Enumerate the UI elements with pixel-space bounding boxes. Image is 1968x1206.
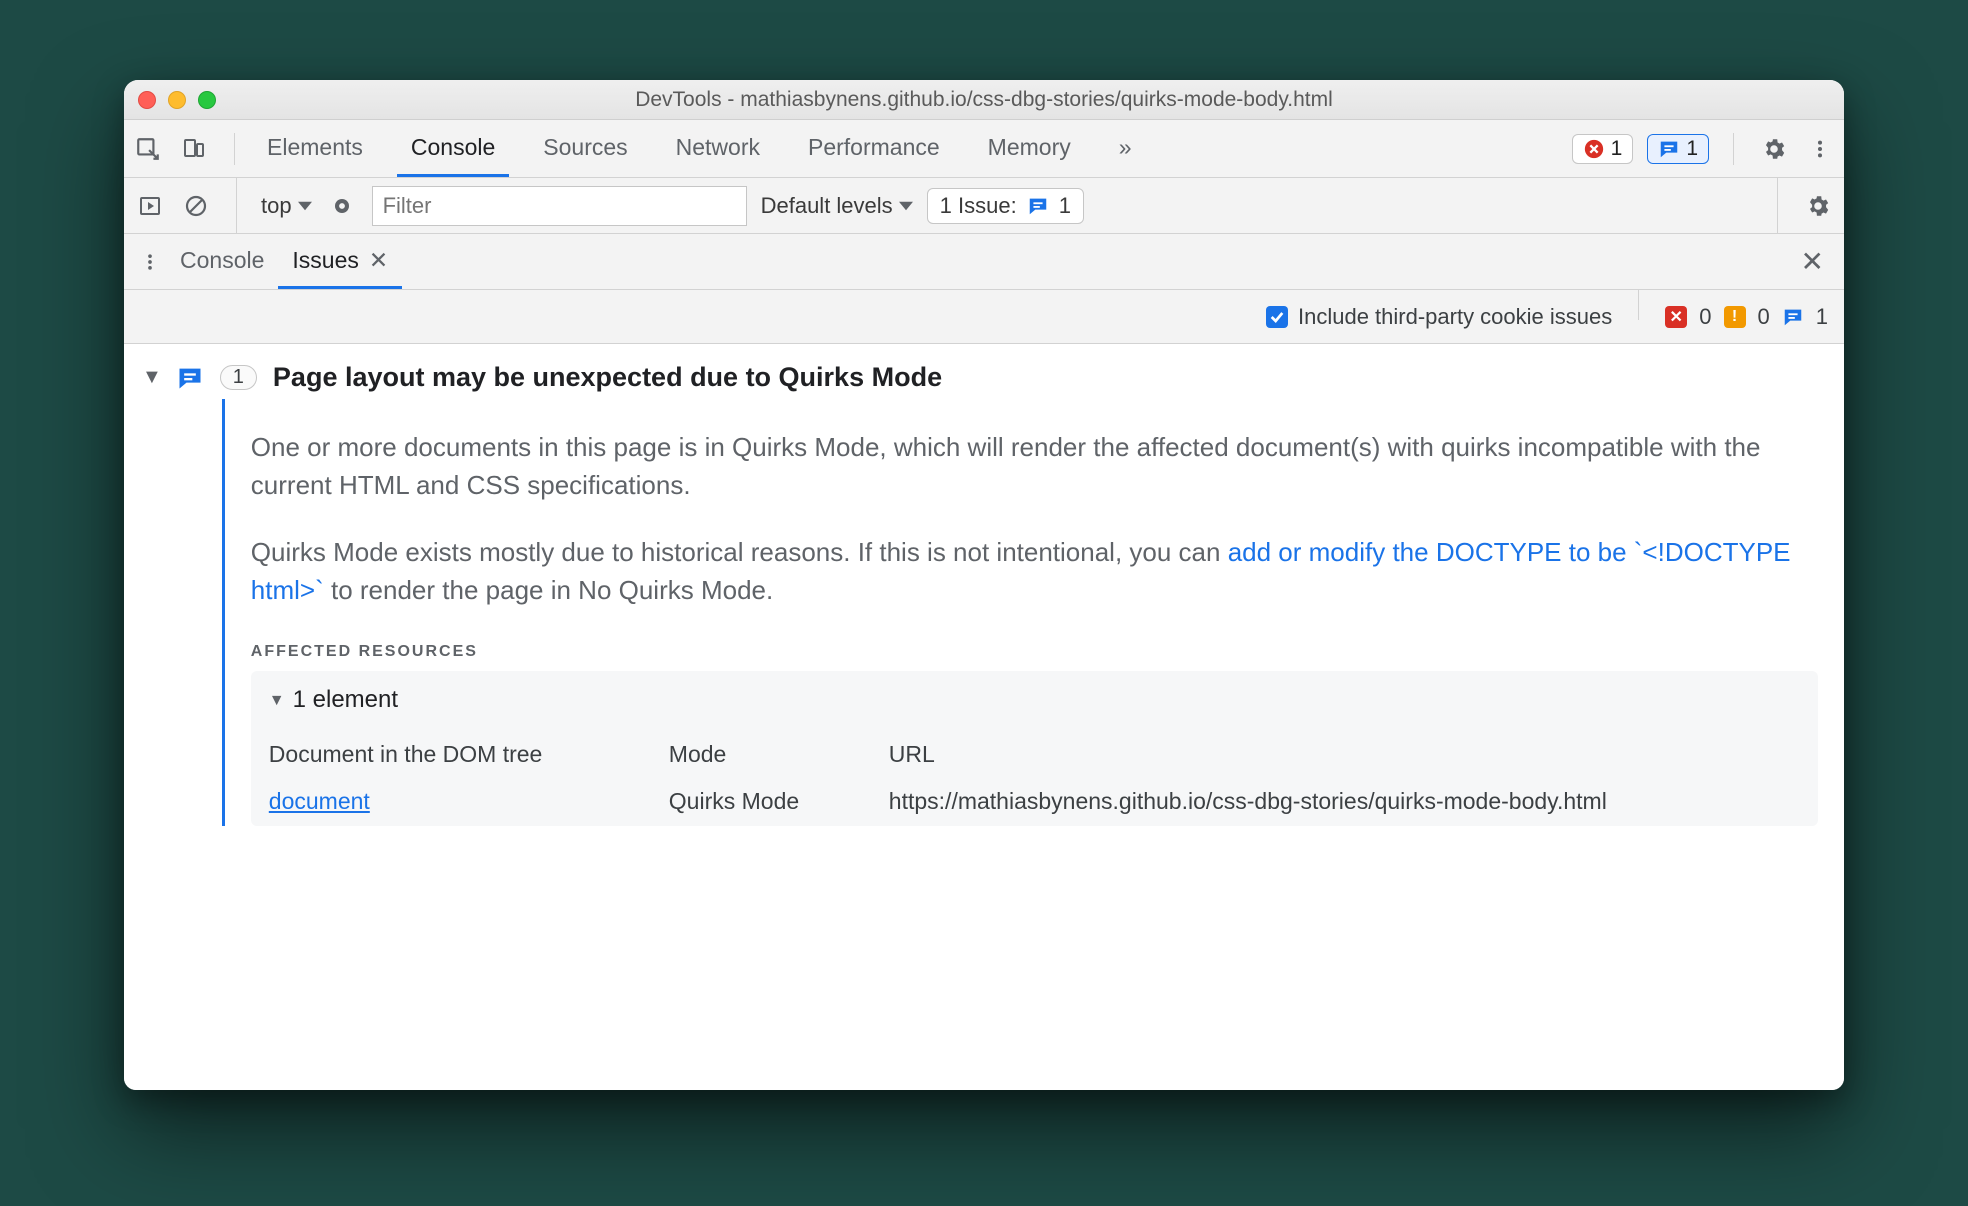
titlebar: DevTools - mathiasbynens.github.io/css-d… (124, 80, 1844, 120)
issues-pill-label: 1 Issue: (940, 193, 1017, 219)
levels-label: Default levels (761, 193, 893, 219)
issue-description: One or more documents in this page is in… (251, 399, 1826, 826)
warning-count: 0 (1758, 304, 1770, 330)
resources-table: Document in the DOM tree Mode URL docume… (269, 732, 1800, 827)
chevron-down-icon: ▼ (269, 689, 285, 712)
expand-caret-icon[interactable]: ▼ (142, 362, 162, 389)
tab-overflow[interactable]: » (1105, 120, 1146, 177)
include-third-party-label: Include third-party cookie issues (1298, 304, 1612, 330)
devtools-window: DevTools - mathiasbynens.github.io/css-d… (124, 80, 1844, 1090)
issues-pill[interactable]: 1 Issue: 1 (927, 188, 1084, 224)
issue-counts: ✕ 0 ! 0 1 (1665, 304, 1828, 330)
divider (1638, 290, 1639, 320)
tab-console[interactable]: Console (397, 120, 509, 177)
tab-memory[interactable]: Memory (974, 120, 1085, 177)
info-count: 1 (1816, 304, 1828, 330)
checkbox-checked-icon (1266, 306, 1288, 328)
affected-resources-expander[interactable]: ▼ 1 element (269, 683, 1800, 718)
affected-resources-box: ▼ 1 element Document in the DOM tree Mod… (251, 671, 1818, 826)
levels-selector[interactable]: Default levels (761, 193, 913, 219)
kebab-menu-icon[interactable] (1804, 133, 1836, 165)
console-settings-icon[interactable] (1802, 190, 1834, 222)
divider (234, 133, 235, 165)
drawer-tab-issues-label: Issues (292, 247, 358, 274)
maximize-window-button[interactable] (198, 91, 216, 109)
window-controls (138, 91, 216, 109)
main-tabbar: Elements Console Sources Network Perform… (124, 120, 1844, 178)
resource-document-link[interactable]: document (269, 788, 370, 814)
chevron-down-icon (899, 201, 913, 211)
include-third-party-checkbox[interactable]: Include third-party cookie issues (1266, 304, 1612, 330)
close-icon[interactable]: ✕ (369, 247, 388, 274)
tab-sources[interactable]: Sources (529, 120, 641, 177)
divider (1733, 133, 1734, 165)
chevron-down-icon (298, 201, 312, 211)
affected-resources-heading: AFFECTED RESOURCES (251, 640, 1818, 663)
warning-icon: ! (1724, 306, 1746, 328)
col-document: Document in the DOM tree (269, 732, 649, 781)
tab-network[interactable]: Network (662, 120, 774, 177)
error-count: 0 (1699, 304, 1711, 330)
resource-mode: Quirks Mode (669, 781, 869, 826)
issues-toolbar: Include third-party cookie issues ✕ 0 ! 0 … (124, 290, 1844, 344)
minimize-window-button[interactable] (168, 91, 186, 109)
divider (236, 178, 237, 233)
device-toggle-icon[interactable] (178, 133, 210, 165)
issues-badge[interactable]: 1 (1647, 134, 1709, 164)
tab-performance[interactable]: Performance (794, 120, 954, 177)
settings-icon[interactable] (1758, 133, 1790, 165)
issue-occurrence-count: 1 (220, 365, 257, 390)
issue-paragraph: One or more documents in this page is in… (251, 429, 1818, 504)
col-mode: Mode (669, 732, 869, 781)
drawer-kebab-icon[interactable] (134, 246, 166, 278)
live-expressions-icon[interactable] (326, 190, 358, 222)
console-toolbar: top Default levels 1 Issue: 1 (124, 178, 1844, 234)
error-icon: ✕ (1665, 306, 1687, 328)
drawer-tab-issues[interactable]: Issues ✕ (278, 234, 402, 289)
col-url: URL (889, 732, 1800, 781)
divider (1777, 178, 1778, 233)
issue-title: Page layout may be unexpected due to Qui… (273, 362, 942, 393)
drawer-close-icon[interactable]: ✕ (1791, 245, 1834, 278)
context-selector[interactable]: top (261, 193, 312, 219)
clear-console-icon[interactable] (180, 190, 212, 222)
issues-content: ▼ 1 Page layout may be unexpected due to… (124, 344, 1844, 1090)
inspect-element-icon[interactable] (132, 133, 164, 165)
affected-count: 1 element (293, 683, 398, 718)
filter-input[interactable] (372, 186, 747, 226)
tab-elements[interactable]: Elements (253, 120, 377, 177)
issues-count: 1 (1686, 137, 1698, 161)
issue-item: ▼ 1 Page layout may be unexpected due to… (142, 362, 1826, 826)
drawer-tab-console[interactable]: Console (166, 234, 278, 289)
errors-count: 1 (1611, 137, 1623, 161)
errors-badge[interactable]: 1 (1572, 134, 1634, 164)
toggle-sidebar-icon[interactable] (134, 190, 166, 222)
issue-paragraph: Quirks Mode exists mostly due to histori… (251, 534, 1818, 609)
context-label: top (261, 193, 292, 219)
window-title: DevTools - mathiasbynens.github.io/css-d… (138, 88, 1830, 112)
message-icon (1027, 195, 1049, 217)
drawer-tabbar: Console Issues ✕ ✕ (124, 234, 1844, 290)
resource-url: https://mathiasbynens.github.io/css-dbg-… (889, 781, 1800, 826)
close-window-button[interactable] (138, 91, 156, 109)
message-icon (1782, 306, 1804, 328)
message-icon (176, 364, 204, 392)
issues-pill-count: 1 (1059, 193, 1071, 219)
